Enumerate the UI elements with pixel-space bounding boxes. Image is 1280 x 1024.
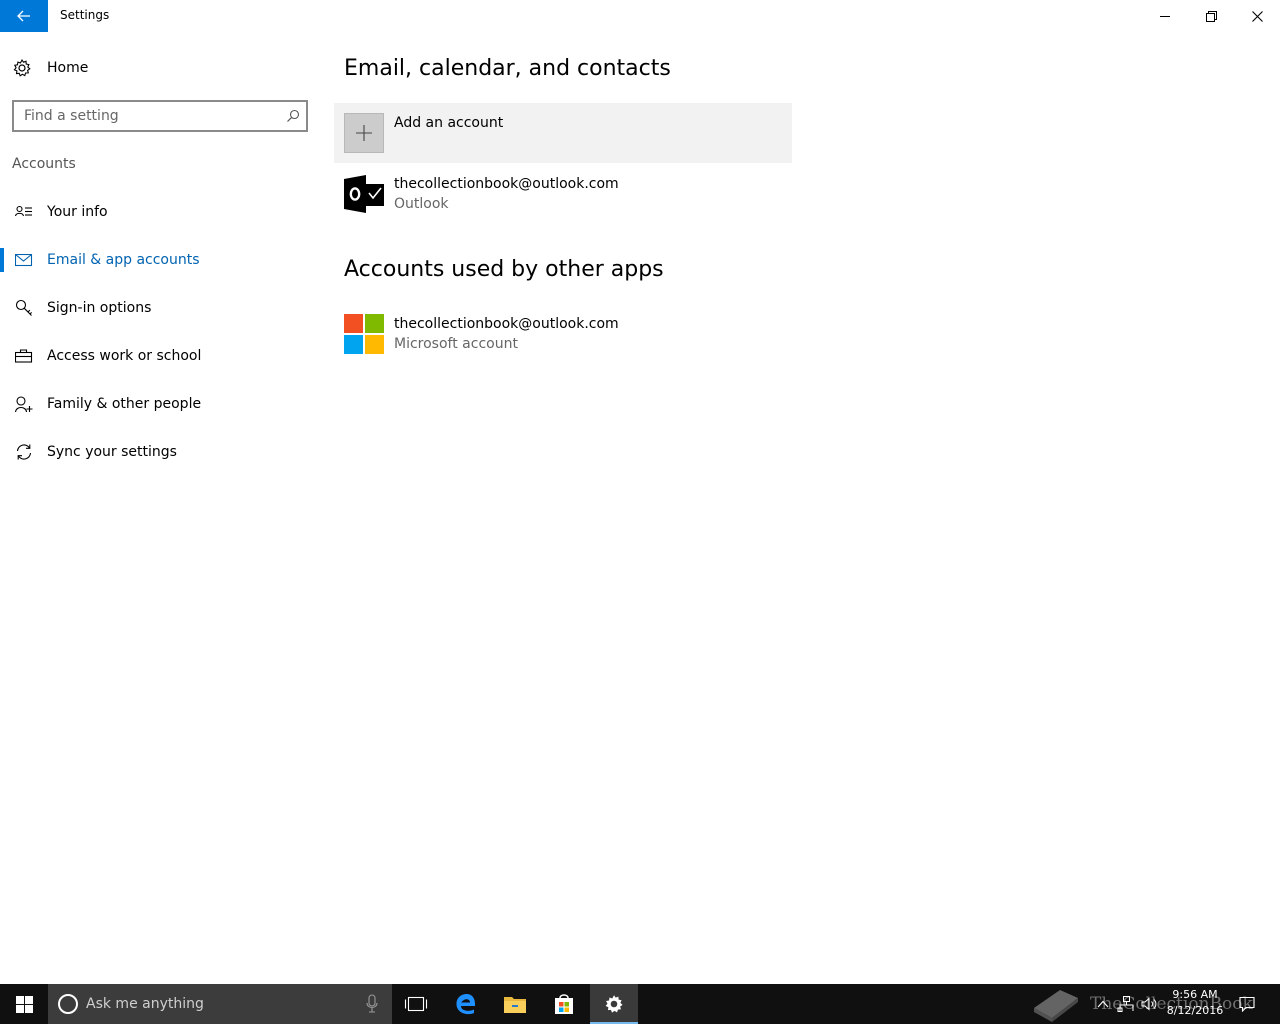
key-icon [15, 299, 32, 316]
cortana-icon [58, 994, 78, 1014]
file-explorer-taskbar-button[interactable] [491, 984, 539, 1024]
home-nav-item[interactable]: Home [12, 52, 312, 84]
add-account-label: Add an account [394, 115, 504, 131]
windows-logo-icon [15, 995, 33, 1013]
sidebar-item-family-other-people[interactable]: Family & other people [0, 380, 320, 428]
sync-icon [16, 444, 32, 460]
accounts-section-label: Accounts [12, 156, 76, 172]
sidebar-item-sync-settings[interactable]: Sync your settings [0, 428, 320, 476]
minimize-button[interactable] [1142, 0, 1188, 32]
network-icon [1117, 996, 1134, 1012]
minimize-icon [1160, 16, 1170, 17]
account-email: thecollectionbook@outlook.com [394, 176, 619, 192]
account-provider: Outlook [394, 196, 449, 212]
start-button[interactable] [0, 984, 48, 1024]
outlook-account-item[interactable]: thecollectionbook@outlook.com Outlook [344, 172, 792, 216]
add-account-tile [344, 113, 384, 153]
book-logo-icon [1034, 990, 1078, 1022]
sidebar-item-label: Sync your settings [47, 444, 177, 460]
restore-button[interactable] [1188, 0, 1234, 32]
store-icon [555, 994, 573, 1014]
account-email: thecollectionbook@outlook.com [394, 316, 619, 332]
task-view-icon [404, 996, 428, 1012]
microsoft-logo-icon [344, 314, 384, 354]
task-view-button[interactable] [392, 984, 440, 1024]
settings-window: Settings Home Accounts [0, 0, 1280, 984]
cortana-search-input[interactable] [86, 996, 356, 1012]
close-button[interactable] [1234, 0, 1280, 32]
home-label: Home [47, 60, 89, 76]
settings-taskbar-button[interactable] [590, 984, 638, 1024]
edge-taskbar-button[interactable] [442, 984, 490, 1024]
back-arrow-icon [17, 10, 30, 22]
your-info-icon [15, 205, 32, 217]
sidebar-item-label: Sign-in options [47, 300, 152, 316]
action-center-button[interactable] [1234, 984, 1260, 1024]
close-icon [1251, 10, 1263, 22]
add-person-icon [15, 395, 33, 412]
sidebar-item-email-app-accounts[interactable]: Email & app accounts [0, 236, 320, 284]
search-icon[interactable] [286, 109, 300, 123]
settings-search-input[interactable] [24, 108, 274, 124]
network-button[interactable] [1114, 984, 1138, 1024]
clock-date: 8/12/2016 [1166, 1004, 1224, 1017]
clock-time: 9:56 AM [1172, 988, 1218, 1001]
gear-icon [605, 995, 623, 1013]
window-title: Settings [60, 8, 110, 22]
sidebar-nav: Your info Email & app accounts Sign-in o… [0, 188, 320, 476]
microphone-icon[interactable] [366, 994, 378, 1014]
account-type: Microsoft account [394, 336, 518, 352]
other-apps-section-title: Accounts used by other apps [344, 257, 664, 282]
taskbar: TheCollectionBook 9:56 AM 8/12/2016 [0, 984, 1280, 1024]
microsoft-account-item[interactable]: thecollectionbook@outlook.com Microsoft … [344, 312, 792, 356]
taskbar-clock[interactable]: 9:56 AM 8/12/2016 [1158, 987, 1232, 1019]
store-taskbar-button[interactable] [540, 984, 588, 1024]
mail-icon [15, 253, 33, 266]
chevron-up-icon [1097, 1000, 1109, 1008]
sidebar-item-your-info[interactable]: Your info [0, 188, 320, 236]
edge-icon [456, 994, 476, 1015]
briefcase-icon [15, 349, 33, 363]
notification-icon [1239, 996, 1255, 1012]
sidebar-item-label: Family & other people [47, 396, 202, 412]
plus-icon [356, 125, 372, 141]
outlook-icon [344, 175, 384, 213]
sidebar-item-sign-in-options[interactable]: Sign-in options [0, 284, 320, 332]
sidebar-item-label: Your info [47, 204, 108, 220]
add-account-button[interactable]: Add an account [334, 103, 792, 163]
sidebar-item-label: Email & app accounts [47, 252, 200, 268]
sidebar-item-label: Access work or school [47, 348, 202, 364]
folder-icon [504, 997, 526, 1013]
speaker-icon [1141, 997, 1157, 1011]
sidebar-item-access-work-school[interactable]: Access work or school [0, 332, 320, 380]
email-section-title: Email, calendar, and contacts [344, 56, 671, 81]
title-bar: Settings [0, 0, 1280, 32]
cortana-search-box[interactable] [48, 984, 392, 1024]
restore-icon [1205, 10, 1217, 22]
show-hidden-icons-button[interactable] [1092, 984, 1114, 1024]
back-button[interactable] [0, 0, 48, 32]
settings-search-box[interactable] [12, 100, 308, 132]
gear-icon [13, 58, 31, 77]
